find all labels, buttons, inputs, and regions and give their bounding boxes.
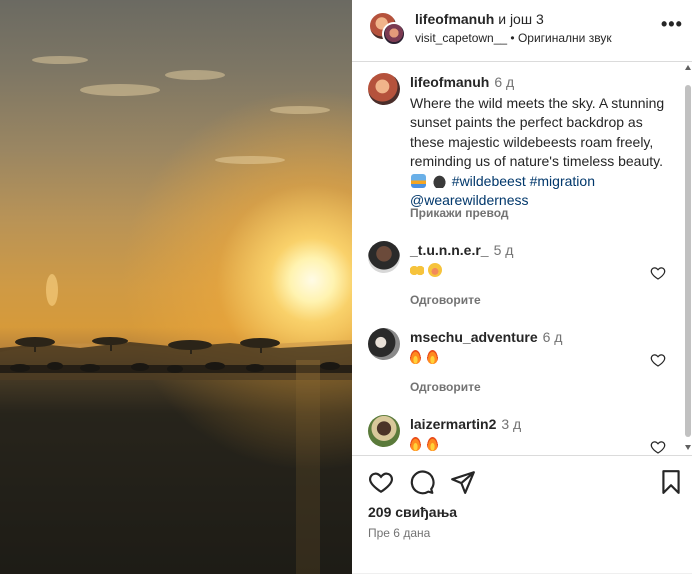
caption-text: Where the wild meets the sky. A stunning… [410,94,678,210]
caption-time[interactable]: 6 д [494,74,514,90]
raising-hands-icon [410,264,424,277]
comment-item: msechu_adventure 6 д Одговорите [352,328,692,408]
send-icon[interactable] [450,469,476,495]
like-comment-heart-icon[interactable] [650,265,666,281]
show-translation-link[interactable]: Прикажи превод [410,206,509,220]
reply-button[interactable]: Одговорите [410,380,481,394]
comment-header: msechu_adventure 6 д [410,329,562,345]
heart-icon[interactable] [368,469,394,495]
comment-username[interactable]: _t.u.n.n.e.r_ [410,242,489,258]
more-icon[interactable]: ••• [661,14,683,35]
reply-button[interactable]: Одговорите [410,293,481,307]
sunset-emoji-icon [411,173,426,188]
fire-icon [427,437,438,451]
flushed-face-icon [428,263,442,277]
author-username[interactable]: lifeofmanuh [415,11,494,27]
bookmark-icon[interactable] [658,469,684,495]
caption-avatar[interactable] [368,73,400,105]
collaborator-avatar[interactable] [382,22,406,46]
comment-time[interactable]: 5 д [494,242,514,258]
post-date[interactable]: Пре 6 дана [368,526,430,540]
comment-item: _t.u.n.n.e.r_ 5 д Одговорите [352,241,692,321]
comment-text [410,262,442,278]
comment-header: _t.u.n.n.e.r_ 5 д [410,242,513,258]
comment-text [410,436,444,452]
comment-username[interactable]: msechu_adventure [410,329,538,345]
scroll-up-icon[interactable] [685,65,691,70]
comments-scroll-area[interactable]: lifeofmanuh 6 д Where the wild meets the … [352,63,692,454]
audio-account-link[interactable]: visit_capetown__ [415,31,507,45]
fire-icon [427,350,438,364]
post-details-panel: lifeofmanuh и још 3 visit_capetown__ • О… [352,0,692,574]
comment-text [410,349,444,365]
comment-header: laizermartin2 3 д [410,416,521,432]
commenter-avatar[interactable] [368,328,400,360]
commenter-avatar[interactable] [368,241,400,273]
bison-emoji-icon [431,173,447,188]
fire-icon [410,437,421,451]
scrollbar[interactable] [684,63,692,454]
caption-username[interactable]: lifeofmanuh [410,74,489,90]
author-line[interactable]: lifeofmanuh и још 3 [415,11,544,27]
scrollbar-thumb[interactable] [685,85,691,437]
post-image [0,0,352,574]
scroll-down-icon[interactable] [685,445,691,450]
separator-dot: • [510,31,515,45]
likes-count[interactable]: 209 свиђања [368,504,457,520]
audio-label[interactable]: Оригинални звук [518,31,612,45]
commenter-avatar[interactable] [368,415,400,447]
audio-line: visit_capetown__ • Оригинални звук [415,31,612,45]
comment-icon[interactable] [409,469,435,495]
caption-body: Where the wild meets the sky. A stunning… [410,95,665,170]
fire-icon [410,350,421,364]
comment-time[interactable]: 6 д [543,329,563,345]
comment-time[interactable]: 3 д [501,416,521,432]
comment-item: laizermartin2 3 д [352,415,692,454]
like-comment-heart-icon[interactable] [650,352,666,368]
sunset-savanna-illustration [0,56,352,574]
caption-header: lifeofmanuh 6 д [410,74,514,90]
collaborators-label[interactable]: и још 3 [498,11,544,27]
hashtag-link[interactable]: #migration [530,173,595,189]
like-comment-heart-icon[interactable] [650,439,666,454]
comment-username[interactable]: laizermartin2 [410,416,496,432]
hashtag-link[interactable]: #wildebeest [452,173,526,189]
post-actions: 209 свиђања Пре 6 дана [352,455,692,574]
post-header: lifeofmanuh и још 3 visit_capetown__ • О… [352,0,692,62]
